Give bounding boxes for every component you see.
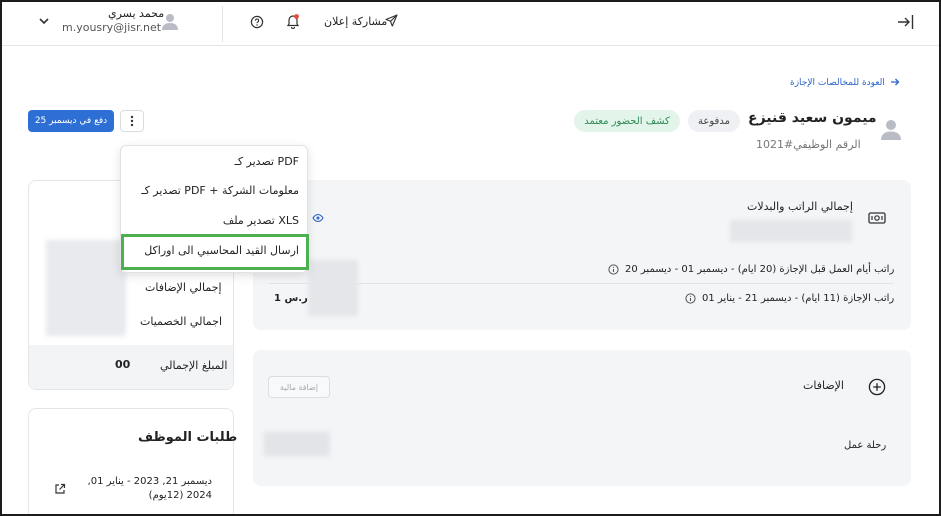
summary-deductions-label: اجمالي الخصميات xyxy=(140,315,223,328)
redacted-value xyxy=(308,260,358,316)
salary-row-2-value: 1 ر.س xyxy=(274,293,308,304)
info-icon[interactable] xyxy=(685,293,696,304)
user-name: محمد يسري xyxy=(108,7,165,20)
divider xyxy=(222,6,223,42)
status-badge-paid: مدفوعة xyxy=(688,110,740,132)
additions-title: الإضافات xyxy=(803,379,844,392)
info-icon[interactable] xyxy=(608,264,619,275)
highlight-box xyxy=(121,234,309,270)
summary-total-label: المبلغ الإجمالي xyxy=(160,359,228,372)
redacted-value xyxy=(46,240,126,336)
add-financial-button[interactable]: إضافة مالية xyxy=(268,376,330,398)
summary-additions-label: إجمالي الإضافات xyxy=(145,281,222,294)
add-circle-icon[interactable] xyxy=(868,378,886,396)
arrow-right-icon[interactable] xyxy=(890,77,900,87)
requests-title: طلبات الموظف xyxy=(138,430,238,445)
business-trip-label: رحلة عمل xyxy=(844,440,887,451)
summary-total-value: 00 xyxy=(115,358,131,371)
additions-card xyxy=(253,350,911,486)
bell-icon[interactable] xyxy=(286,13,300,29)
more-options-button[interactable] xyxy=(120,110,144,132)
salary-row-2-label: راتب الإجازة (11 ايام) - ديسمبر 21 - ينا… xyxy=(702,293,895,304)
kebab-icon xyxy=(130,115,134,127)
back-link[interactable]: العودة للمخالصات الإجازة xyxy=(790,78,885,88)
collapse-sidebar-icon[interactable] xyxy=(897,14,915,30)
eye-icon[interactable] xyxy=(312,213,324,223)
salary-divider xyxy=(269,283,893,284)
employee-avatar-icon xyxy=(881,119,901,141)
employee-name: ميمون سعيد قنيزع xyxy=(748,110,877,126)
salary-title: إجمالي الراتب والبدلات xyxy=(747,200,853,213)
help-icon[interactable] xyxy=(250,15,264,29)
menu-item-export-pdf[interactable]: تصدير كـ PDF xyxy=(235,155,299,168)
send-icon[interactable] xyxy=(385,14,398,27)
pay-button[interactable]: دفع في ديسمبر 25 xyxy=(28,110,114,132)
redacted-value xyxy=(730,220,852,242)
user-email: m.yousry@jisr.net xyxy=(62,21,162,34)
external-link-icon[interactable] xyxy=(54,483,66,495)
redacted-value xyxy=(264,432,330,456)
money-icon xyxy=(868,211,886,225)
menu-item-export-pdf-company[interactable]: تصدير كـ PDF + معلومات الشركة xyxy=(141,184,299,197)
app-window: محمد يسري m.yousry@jisr.net مشاركة إعلان… xyxy=(0,0,941,516)
share-announcement-label[interactable]: مشاركة إعلان xyxy=(324,15,387,28)
menu-item-export-xls[interactable]: تصدير ملف XLS xyxy=(223,214,299,227)
chevron-down-icon[interactable] xyxy=(38,15,50,27)
status-badge-attendance: كشف الحضور معتمد xyxy=(574,110,680,132)
avatar-icon[interactable] xyxy=(162,13,178,31)
salary-row-1-label: راتب أيام العمل قبل الإجازة (20 ايام) - … xyxy=(625,264,895,275)
request-item-dates[interactable]: ديسمبر 21, 2023 - يناير 01, 2024 (12يوم) xyxy=(82,475,212,503)
employee-id: الرقم الوظيفي#1021 xyxy=(756,138,861,151)
top-bar: محمد يسري m.yousry@jisr.net مشاركة إعلان xyxy=(2,2,939,46)
